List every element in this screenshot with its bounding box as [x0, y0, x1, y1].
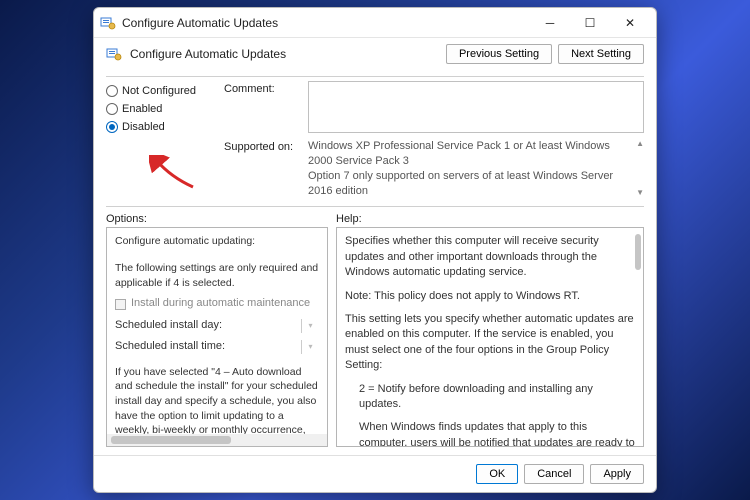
maximize-button[interactable]: ☐ [570, 9, 610, 37]
options-pane: Configure automatic updating: The follow… [106, 227, 328, 447]
gpo-dialog-window: Configure Automatic Updates ─ ☐ ✕ Config… [93, 7, 657, 493]
radio-not-configured[interactable]: Not Configured [106, 85, 214, 97]
sched-time-dropdown[interactable]: ▾ [301, 340, 319, 354]
divider [106, 76, 644, 77]
radio-icon [106, 121, 118, 133]
sched-day-label: Scheduled install day: [115, 318, 222, 333]
radio-icon [106, 85, 118, 97]
help-pane: Specifies whether this computer will rec… [336, 227, 644, 447]
radio-label: Disabled [122, 121, 165, 133]
help-paragraph: Specifies whether this computer will rec… [345, 234, 635, 280]
install-maintenance-checkbox[interactable]: Install during automatic maintenance [115, 296, 319, 311]
help-paragraph: Note: This policy does not apply to Wind… [345, 289, 635, 304]
help-option: 2 = Notify before downloading and instal… [345, 382, 635, 413]
supported-scroll[interactable]: ▲▼ [636, 139, 644, 198]
options-label: Options: [106, 213, 336, 225]
titlebar: Configure Automatic Updates ─ ☐ ✕ [94, 8, 656, 38]
radio-enabled[interactable]: Enabled [106, 103, 214, 115]
options-heading: Configure automatic updating: [115, 234, 319, 249]
state-radio-group: Not Configured Enabled Disabled [106, 81, 214, 198]
radio-icon [106, 103, 118, 115]
supported-label: Supported on: [224, 139, 302, 153]
supported-text: Windows XP Professional Service Pack 1 o… [308, 139, 644, 198]
supported-line: Option 7 only supported on servers of at… [308, 169, 630, 199]
apply-button[interactable]: Apply [590, 464, 644, 484]
cancel-button[interactable]: Cancel [524, 464, 584, 484]
sched-time-label: Scheduled install time: [115, 339, 225, 354]
help-label: Help: [336, 213, 362, 225]
help-paragraph: This setting lets you specify whether au… [345, 312, 635, 374]
radio-label: Enabled [122, 103, 162, 115]
radio-disabled[interactable]: Disabled [106, 121, 214, 133]
next-setting-button[interactable]: Next Setting [558, 44, 644, 64]
divider [106, 206, 644, 207]
help-paragraph: When Windows finds updates that apply to… [345, 420, 635, 447]
previous-setting-button[interactable]: Previous Setting [446, 44, 552, 64]
ok-button[interactable]: OK [476, 464, 518, 484]
header-row: Configure Automatic Updates Previous Set… [94, 38, 656, 72]
checkbox-label: Install during automatic maintenance [131, 296, 310, 311]
window-title: Configure Automatic Updates [122, 16, 530, 30]
checkbox-icon [115, 299, 126, 310]
options-note: The following settings are only required… [115, 261, 319, 290]
comment-label: Comment: [224, 81, 302, 95]
policy-icon [106, 46, 122, 62]
sched-day-dropdown[interactable]: ▾ [301, 319, 319, 333]
help-vscrollbar[interactable] [635, 234, 641, 270]
radio-label: Not Configured [122, 85, 196, 97]
window-icon [100, 15, 116, 31]
options-hscrollbar[interactable] [107, 434, 327, 446]
close-button[interactable]: ✕ [610, 9, 650, 37]
dialog-footer: OK Cancel Apply [94, 455, 656, 492]
supported-line: Windows XP Professional Service Pack 1 o… [308, 139, 630, 169]
minimize-button[interactable]: ─ [530, 9, 570, 37]
comment-textarea[interactable] [308, 81, 644, 133]
policy-title: Configure Automatic Updates [130, 47, 438, 61]
